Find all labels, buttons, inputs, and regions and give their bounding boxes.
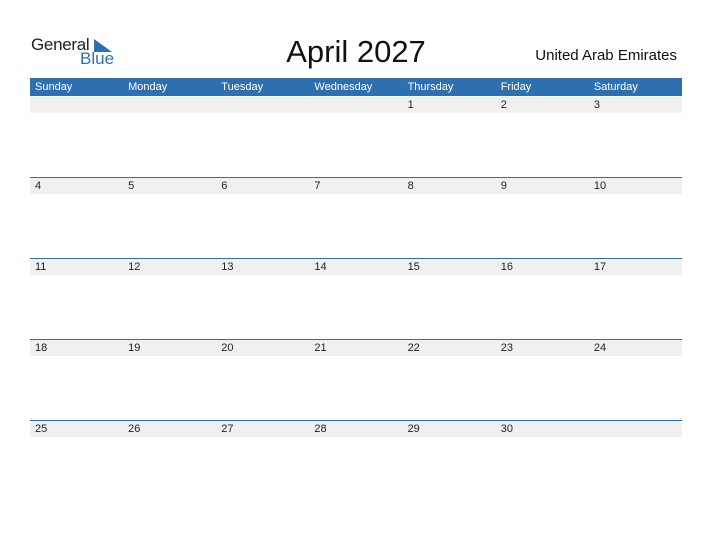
week-row: 1 2 3 — [30, 97, 682, 113]
day-cell: 28 — [314, 423, 327, 435]
day-cell: 29 — [407, 423, 420, 435]
day-cell — [216, 97, 309, 113]
day-cell: 8 — [407, 180, 414, 192]
day-cell: 4 — [35, 180, 42, 192]
weekday-thursday: Thursday — [407, 81, 454, 93]
week-row: 11 12 13 14 15 16 17 — [30, 258, 682, 275]
day-cell: 5 — [128, 180, 135, 192]
day-cell: 6 — [221, 180, 228, 192]
weekday-tuesday: Tuesday — [221, 81, 264, 93]
day-cell: 3 — [593, 99, 600, 111]
weekday-saturday: Saturday — [593, 81, 638, 93]
day-cell: 20 — [221, 342, 234, 354]
day-cell: 12 — [128, 261, 141, 273]
weekday-sunday: Sunday — [35, 81, 73, 93]
day-cell: 13 — [221, 261, 234, 273]
day-cell: 17 — [593, 261, 607, 273]
day-cell — [309, 97, 402, 113]
day-cell: 2 — [500, 99, 507, 111]
day-cell: 16 — [500, 261, 513, 273]
day-cell: 18 — [35, 342, 48, 354]
day-cell: 9 — [500, 180, 507, 192]
day-cell: 27 — [221, 423, 234, 435]
weekday-wednesday: Wednesday — [314, 81, 373, 93]
week-row: 25 26 27 28 29 30 — [30, 420, 682, 437]
weekday-friday: Friday — [500, 81, 532, 93]
day-cell: 1 — [407, 99, 414, 111]
day-cell: 21 — [314, 342, 327, 354]
day-cell: 30 — [500, 423, 513, 435]
country-label: United Arab Emirates — [535, 47, 677, 64]
day-cell: 25 — [35, 423, 48, 435]
day-cell: 22 — [407, 342, 420, 354]
day-cell: 7 — [314, 180, 321, 192]
day-cell — [30, 97, 123, 113]
weekday-header: Sunday Monday Tuesday Wednesday Thursday… — [30, 78, 682, 96]
day-cell: 11 — [35, 261, 47, 273]
week-row: 18 19 20 21 22 23 24 — [30, 339, 682, 356]
day-cell: 24 — [593, 342, 607, 354]
weekday-monday: Monday — [128, 81, 168, 93]
day-cell: 26 — [128, 423, 141, 435]
day-cell — [123, 97, 216, 113]
day-cell: 14 — [314, 261, 327, 273]
day-cell — [589, 421, 682, 437]
day-cell: 10 — [593, 180, 607, 192]
day-cell: 15 — [407, 261, 420, 273]
day-cell: 19 — [128, 342, 141, 354]
week-row: 4 5 6 7 8 9 10 — [30, 177, 682, 194]
day-cell: 23 — [500, 342, 513, 354]
